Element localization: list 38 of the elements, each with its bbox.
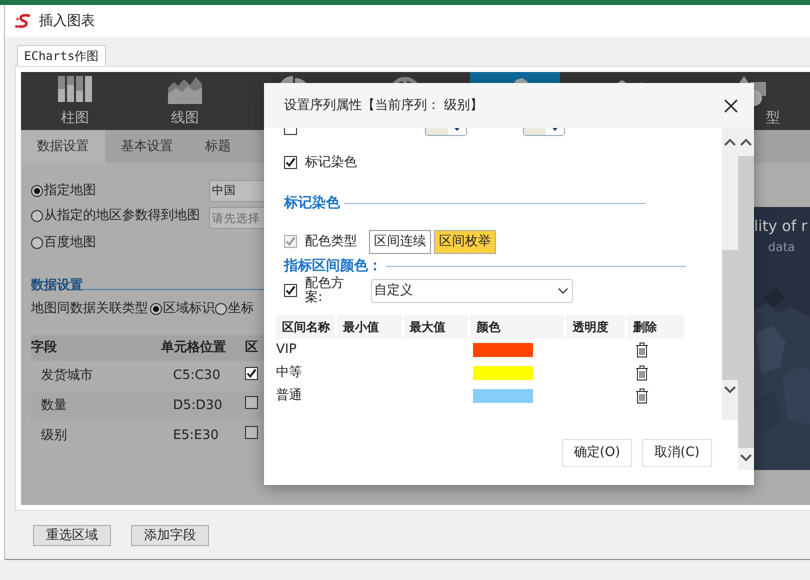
column-header: 最小值: [342, 320, 379, 334]
link-type-label: 地图同数据关联类型: [31, 300, 148, 318]
table-cell: 普通: [276, 388, 302, 404]
chart-subtitle: data: [768, 238, 796, 256]
checkbox-label: 配色类型: [305, 232, 357, 251]
section-title: 指标区间颜色：: [284, 256, 382, 276]
table-cell: C5:C30: [173, 368, 220, 383]
section-title: 数据设置: [31, 277, 83, 295]
chart-type-label: 柱图: [61, 109, 89, 128]
radio-label: 坐标: [228, 300, 254, 318]
column-header: 区: [245, 340, 258, 355]
column-header: 删除: [633, 320, 658, 334]
window-title: 插入图表: [39, 12, 95, 30]
chart-type-label: 型: [766, 109, 780, 128]
chart-title: lity of r: [754, 216, 808, 237]
table-cell: D5:D30: [173, 398, 222, 413]
column-header: 区间名称: [282, 320, 330, 334]
dropdown-value: 自定义: [374, 282, 413, 300]
table-cell: 发货城市: [41, 368, 93, 383]
radio-label: 指定地图: [44, 182, 96, 200]
checkbox-label: 标记染色: [305, 154, 357, 172]
column-header: 颜色: [476, 320, 500, 334]
chart-type-label: 线图: [171, 109, 199, 128]
radio-label: 百度地图: [44, 234, 96, 252]
radio-label: 从指定的地区参数得到地图: [44, 207, 200, 226]
section-title: 标记染色: [284, 194, 340, 212]
table-cell: 数量: [41, 398, 67, 413]
table-cell: E5:E30: [173, 428, 219, 443]
column-header: 单元格位置: [161, 340, 226, 355]
table-cell: VIP: [276, 342, 297, 358]
table-cell: 中等: [276, 365, 302, 380]
checkbox-label: 配色方案:: [305, 276, 345, 304]
table-cell: 级别: [41, 428, 67, 443]
column-header: 字段: [31, 340, 57, 355]
column-header: 透明度: [572, 320, 608, 334]
radio-label: 区域标识: [163, 300, 215, 318]
column-header: 最大值: [410, 320, 446, 334]
dialog-title: 设置序列属性【当前序列： 级别】: [284, 96, 484, 115]
